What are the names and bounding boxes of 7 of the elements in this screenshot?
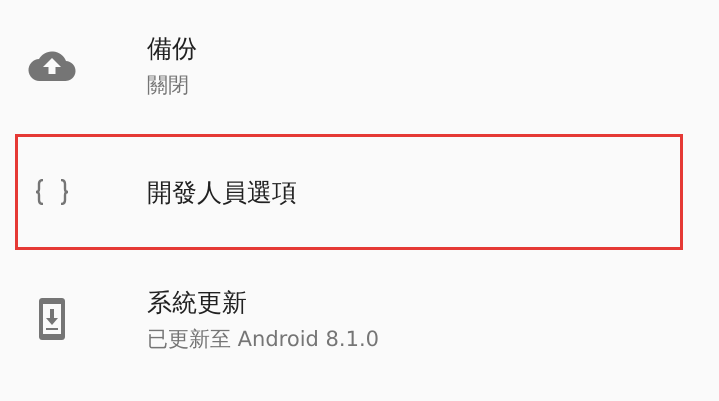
braces-icon [34,179,68,205]
setting-summary: 已更新至 Android 8.1.0 [147,326,379,352]
setting-summary: 關閉 [147,72,190,98]
setting-title[interactable]: 系統更新 [147,286,379,318]
setting-title[interactable]: 備份 [147,32,197,64]
setting-title[interactable]: 開發人員選項 [147,176,297,208]
phone-download-icon [38,298,64,340]
